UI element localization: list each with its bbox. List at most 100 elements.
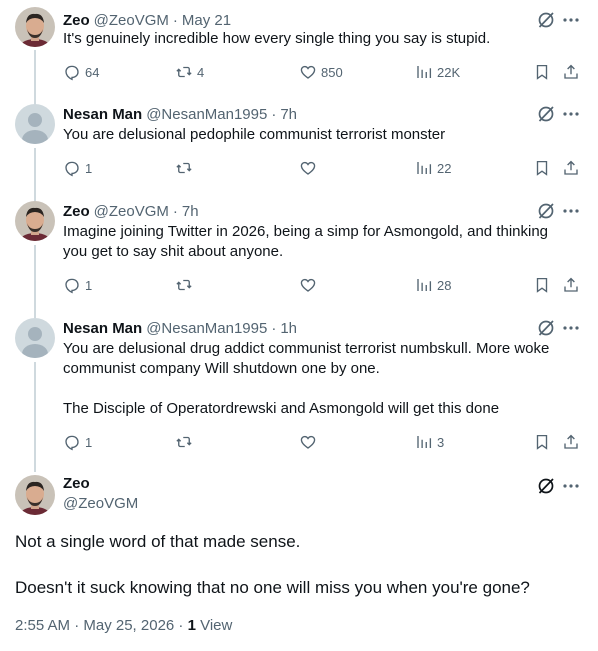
reply-button[interactable]: 64 bbox=[63, 62, 99, 82]
like-button[interactable] bbox=[299, 432, 321, 452]
share-button[interactable] bbox=[562, 62, 580, 82]
retweet-icon bbox=[176, 279, 192, 291]
tweet-text: It's genuinely incredible how every sing… bbox=[63, 29, 573, 49]
reply-button[interactable]: 1 bbox=[63, 275, 92, 295]
display-name[interactable]: Nesan Man bbox=[63, 320, 142, 337]
tweet-paragraph: You are delusional drug addict communist… bbox=[63, 340, 550, 377]
share-button[interactable] bbox=[562, 158, 580, 178]
bookmark-icon bbox=[536, 277, 548, 293]
more-options-icon[interactable] bbox=[561, 476, 581, 496]
tweet-time[interactable]: 1h bbox=[280, 320, 297, 337]
share-icon bbox=[564, 434, 578, 449]
bookmark-button[interactable] bbox=[533, 62, 551, 82]
display-name[interactable]: Zeo bbox=[63, 475, 90, 492]
tweet-time[interactable]: 7h bbox=[280, 106, 297, 123]
share-icon bbox=[564, 277, 578, 292]
reply-icon bbox=[65, 435, 79, 451]
heart-icon bbox=[300, 65, 316, 79]
retweet-button[interactable] bbox=[175, 275, 197, 295]
bookmark-icon bbox=[536, 434, 548, 450]
user-handle[interactable]: @ZeoVGM bbox=[94, 203, 169, 220]
bookmark-button[interactable] bbox=[533, 275, 551, 295]
views-button[interactable]: 3 bbox=[415, 432, 444, 452]
like-button[interactable] bbox=[299, 275, 321, 295]
view-count: 1 bbox=[187, 617, 196, 634]
more-options-icon[interactable] bbox=[561, 201, 581, 221]
tweet-time[interactable]: 7h bbox=[182, 203, 199, 220]
retweet-button[interactable] bbox=[175, 158, 197, 178]
more-options-icon[interactable] bbox=[561, 10, 581, 30]
user-handle[interactable]: @ZeoVGM bbox=[63, 495, 138, 512]
grok-icon[interactable] bbox=[536, 318, 556, 338]
separator-dot: · bbox=[172, 202, 178, 220]
avatar[interactable] bbox=[15, 7, 55, 47]
tweet-paragraph: Imagine joining Twitter in 2026, being a… bbox=[63, 223, 549, 260]
tweet-paragraph: It's genuinely incredible how every sing… bbox=[63, 30, 491, 47]
bookmark-button[interactable] bbox=[533, 158, 551, 178]
avatar[interactable] bbox=[15, 475, 55, 515]
display-name[interactable]: Nesan Man bbox=[63, 106, 142, 123]
user-handle[interactable]: @NesanMan1995 bbox=[146, 320, 267, 337]
retweet-button[interactable] bbox=[175, 432, 197, 452]
views-button[interactable]: 28 bbox=[415, 275, 451, 295]
heart-icon bbox=[300, 278, 316, 292]
bookmark-button[interactable] bbox=[533, 432, 551, 452]
heart-icon bbox=[300, 435, 316, 449]
avatar[interactable] bbox=[15, 318, 55, 358]
user-handle[interactable]: @ZeoVGM bbox=[94, 12, 169, 29]
bookmark-icon bbox=[536, 64, 548, 80]
display-name[interactable]: Zeo bbox=[63, 12, 90, 29]
separator-dot: · bbox=[172, 11, 178, 29]
grok-icon[interactable] bbox=[536, 476, 556, 496]
share-button[interactable] bbox=[562, 275, 580, 295]
views-icon bbox=[417, 162, 432, 174]
like-count: 850 bbox=[321, 64, 343, 80]
thread-line bbox=[34, 148, 36, 201]
view-count: 22K bbox=[437, 64, 461, 80]
reply-count: 1 bbox=[85, 277, 93, 293]
tweet-text: You are delusional pedophile communist t… bbox=[63, 125, 573, 145]
retweet-count: 4 bbox=[197, 64, 205, 80]
views-button[interactable]: 22 bbox=[415, 158, 451, 178]
separator-dot: · bbox=[271, 105, 277, 123]
like-button[interactable]: 850 bbox=[299, 62, 343, 82]
tweet-text: Imagine joining Twitter in 2026, being a… bbox=[63, 222, 573, 262]
reply-icon bbox=[65, 161, 79, 177]
retweet-icon bbox=[176, 162, 192, 174]
tweet-paragraph: The Disciple of Operatordrewski and Asmo… bbox=[63, 400, 500, 417]
grok-icon[interactable] bbox=[536, 104, 556, 124]
heart-icon bbox=[300, 161, 316, 175]
bookmark-icon bbox=[536, 160, 548, 176]
grok-icon[interactable] bbox=[536, 201, 556, 221]
grok-icon[interactable] bbox=[536, 10, 556, 30]
views-icon bbox=[417, 279, 432, 291]
share-button[interactable] bbox=[562, 432, 580, 452]
view-count: 22 bbox=[437, 160, 452, 176]
reply-button[interactable]: 1 bbox=[63, 432, 92, 452]
retweet-icon bbox=[176, 66, 192, 78]
user-handle[interactable]: @NesanMan1995 bbox=[146, 106, 267, 123]
like-button[interactable] bbox=[299, 158, 321, 178]
views-button[interactable]: 22K bbox=[415, 62, 460, 82]
avatar[interactable] bbox=[15, 104, 55, 144]
retweet-button[interactable]: 4 bbox=[175, 62, 204, 82]
reply-count: 1 bbox=[85, 434, 93, 450]
separator-dot: · bbox=[271, 319, 277, 337]
reply-icon bbox=[65, 65, 79, 81]
tweet-paragraph: You are delusional pedophile communist t… bbox=[63, 126, 446, 143]
share-icon bbox=[564, 160, 578, 175]
views-icon bbox=[417, 436, 432, 448]
avatar[interactable] bbox=[15, 201, 55, 241]
retweet-icon bbox=[176, 436, 192, 448]
view-count: 28 bbox=[437, 277, 452, 293]
reply-count: 64 bbox=[85, 64, 100, 80]
tweet-paragraph: Not a single word of that made sense. bbox=[15, 532, 301, 551]
tweet-time[interactable]: May 21 bbox=[182, 12, 231, 29]
tweet-text: You are delusional drug addict communist… bbox=[63, 339, 573, 419]
more-options-icon[interactable] bbox=[561, 318, 581, 338]
tweet-timestamp[interactable]: 2:55 AM · May 25, 2026 · bbox=[15, 617, 188, 634]
more-options-icon[interactable] bbox=[561, 104, 581, 124]
tweet-paragraph: Doesn't it suck knowing that no one will… bbox=[15, 578, 530, 597]
display-name[interactable]: Zeo bbox=[63, 203, 90, 220]
reply-button[interactable]: 1 bbox=[63, 158, 92, 178]
